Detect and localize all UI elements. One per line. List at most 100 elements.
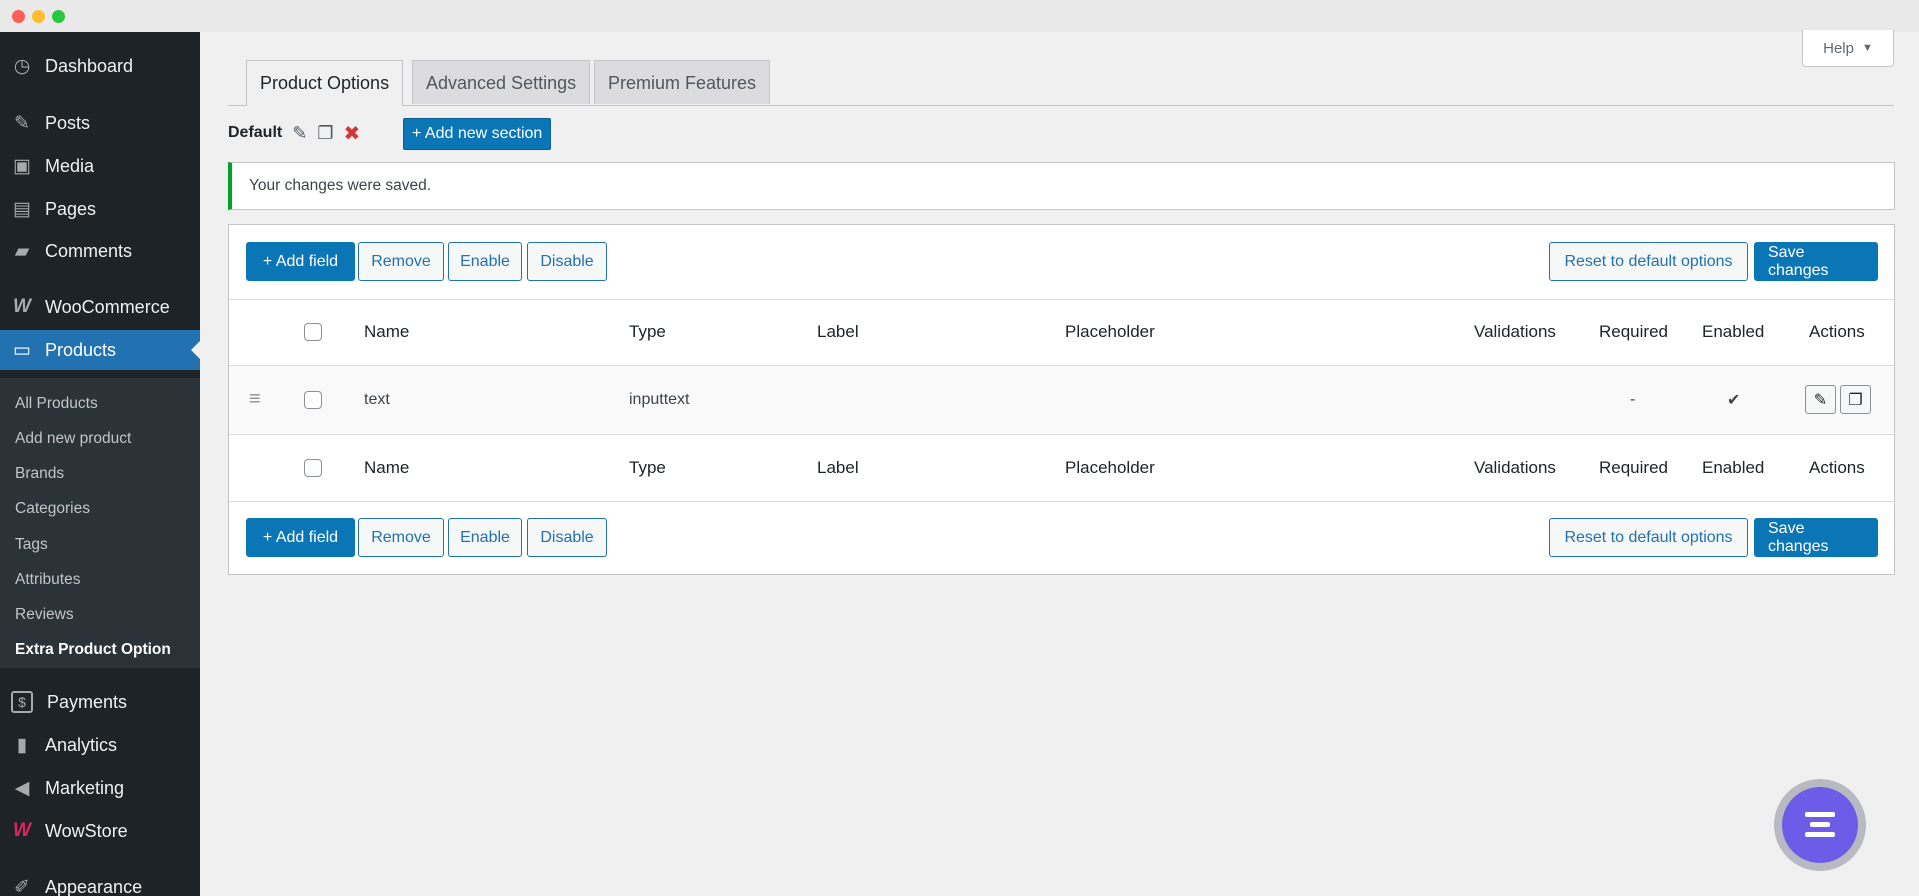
bottom-toolbar: + Add field Remove Enable Disable Reset …: [229, 501, 1894, 575]
column-required: Required: [1599, 322, 1668, 341]
copy-field-button[interactable]: ❐: [1840, 385, 1871, 414]
tab-advanced-settings[interactable]: Advanced Settings: [412, 60, 591, 104]
section-row: Default ✎ ❐ ✖: [228, 118, 370, 148]
admin-sidebar: ◷ Dashboard ✎ Posts ▣ Media ▤ Pages ▰ Comment…: [0, 32, 200, 896]
pages-icon: ▤: [13, 198, 31, 220]
reset-defaults-button[interactable]: Reset to default options: [1549, 242, 1748, 281]
submenu-add-new-product[interactable]: Add new product: [15, 430, 131, 448]
woocommerce-icon: W: [13, 296, 31, 317]
sidebar-item-label: Marketing: [45, 777, 125, 798]
chat-widget-button[interactable]: [1782, 787, 1858, 863]
sidebar-item-posts[interactable]: ✎ Posts: [0, 103, 200, 143]
column-type: Type: [629, 322, 666, 341]
enable-button[interactable]: Enable: [448, 242, 522, 281]
sidebar-item-woocommerce[interactable]: W WooCommerce: [0, 287, 200, 327]
close-window-button[interactable]: [12, 10, 25, 23]
menu-lines-icon: [1805, 812, 1835, 838]
comments-icon: ▰: [14, 240, 30, 262]
caret-down-icon: ▼: [1861, 42, 1873, 54]
add-field-button[interactable]: + Add field: [246, 518, 355, 557]
saved-notice: Your changes were saved.: [228, 162, 1895, 210]
help-label: Help: [1823, 39, 1854, 57]
column-type: Type: [629, 458, 666, 477]
table-row: ≡ text inputtext - ✔ ✎ ❐: [229, 366, 1894, 433]
tab-product-options[interactable]: Product Options: [246, 60, 404, 106]
maximize-window-button[interactable]: [52, 10, 65, 23]
row-name: text: [364, 390, 390, 408]
drag-handle-icon[interactable]: ≡: [249, 366, 261, 433]
column-validations: Validations: [1474, 458, 1556, 477]
remove-button[interactable]: Remove: [358, 242, 444, 281]
sidebar-item-label: Comments: [45, 240, 133, 261]
sidebar-item-label: Media: [45, 155, 95, 176]
sidebar-item-products[interactable]: ▭ Products: [0, 330, 200, 370]
sidebar-item-wowstore[interactable]: W WowStore: [0, 811, 200, 851]
sidebar-item-payments[interactable]: $ Payments: [0, 682, 200, 722]
submenu-extra-product-option[interactable]: Extra Product Option: [15, 641, 171, 659]
sidebar-item-appearance[interactable]: ✐ Appearance: [0, 867, 200, 896]
sidebar-item-pages[interactable]: ▤ Pages: [0, 189, 200, 229]
submenu-brands[interactable]: Brands: [15, 465, 64, 483]
sidebar-item-label: WooCommerce: [45, 296, 170, 317]
column-enabled: Enabled: [1702, 458, 1765, 477]
column-required: Required: [1599, 458, 1668, 477]
disable-button[interactable]: Disable: [527, 518, 607, 557]
window-titlebar: [0, 0, 1919, 32]
table-header: Name Type Label Placeholder Validations …: [229, 299, 1894, 366]
column-actions: Actions: [1809, 322, 1865, 341]
remove-button[interactable]: Remove: [358, 518, 444, 557]
column-enabled: Enabled: [1702, 322, 1765, 341]
submenu-tags[interactable]: Tags: [15, 536, 48, 554]
minimize-window-button[interactable]: [32, 10, 45, 23]
sidebar-item-label: Dashboard: [45, 55, 134, 76]
submenu-attributes[interactable]: Attributes: [15, 571, 80, 589]
select-all-checkbox[interactable]: [304, 323, 322, 341]
sidebar-item-label: Products: [45, 339, 117, 360]
copy-section-icon[interactable]: ❐: [317, 123, 333, 144]
bar-chart-icon: ▮: [16, 734, 28, 756]
delete-section-icon[interactable]: ✖: [343, 121, 360, 146]
sidebar-item-label: Appearance: [45, 876, 143, 896]
sidebar-item-analytics[interactable]: ▮ Analytics: [0, 725, 200, 765]
column-label: Label: [817, 322, 859, 341]
submenu-categories[interactable]: Categories: [15, 500, 90, 518]
select-all-checkbox-footer[interactable]: [304, 459, 322, 477]
table-footer-header: Name Type Label Placeholder Validations …: [229, 434, 1894, 502]
sidebar-item-media[interactable]: ▣ Media: [0, 146, 200, 186]
sidebar-item-label: Payments: [47, 691, 128, 712]
submenu-all-products[interactable]: All Products: [15, 395, 98, 413]
column-placeholder: Placeholder: [1065, 322, 1155, 341]
submenu-reviews[interactable]: Reviews: [15, 606, 74, 624]
row-required: -: [1630, 390, 1636, 408]
column-validations: Validations: [1474, 322, 1556, 341]
enable-button[interactable]: Enable: [448, 518, 522, 557]
top-toolbar: + Add field Remove Enable Disable Reset …: [229, 225, 1894, 300]
disable-button[interactable]: Disable: [527, 242, 607, 281]
add-field-button[interactable]: + Add field: [246, 242, 355, 281]
check-icon: ✔: [1727, 391, 1741, 409]
column-label: Label: [817, 458, 859, 477]
row-checkbox[interactable]: [304, 390, 322, 409]
copy-icon: ❐: [1848, 391, 1863, 409]
save-changes-button[interactable]: Save changes: [1754, 518, 1878, 557]
sidebar-item-label: WowStore: [45, 820, 128, 841]
tab-premium-features[interactable]: Premium Features: [594, 60, 771, 104]
archive-icon: ▭: [13, 339, 31, 361]
edit-section-icon[interactable]: ✎: [292, 123, 307, 144]
sidebar-item-marketing[interactable]: ◀ Marketing: [0, 768, 200, 808]
media-icon: ▣: [13, 155, 31, 177]
save-changes-button[interactable]: Save changes: [1754, 242, 1878, 281]
column-name: Name: [364, 458, 410, 477]
sidebar-item-comments[interactable]: ▰ Comments: [0, 231, 200, 271]
dashboard-icon: ◷: [13, 55, 31, 77]
sidebar-item-label: Pages: [45, 198, 97, 219]
sidebar-item-label: Posts: [45, 112, 91, 133]
pencil-icon: ✎: [1813, 391, 1828, 409]
column-name: Name: [364, 322, 410, 341]
add-new-section-button[interactable]: + Add new section: [403, 118, 552, 150]
edit-field-button[interactable]: ✎: [1805, 385, 1836, 414]
fields-panel: + Add field Remove Enable Disable Reset …: [228, 224, 1895, 575]
megaphone-icon: ◀: [14, 777, 30, 799]
reset-defaults-button[interactable]: Reset to default options: [1549, 518, 1748, 557]
sidebar-item-dashboard[interactable]: ◷ Dashboard: [0, 46, 200, 86]
